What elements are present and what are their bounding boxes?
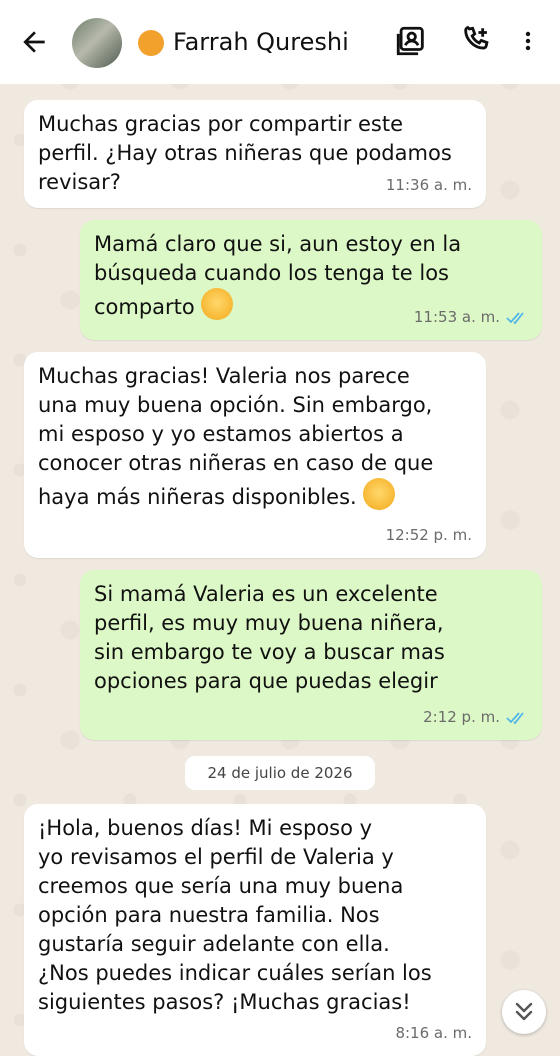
message-time: 2:12 p. m. <box>423 708 500 726</box>
message-text: ¡Hola, buenos días! Mi esposo y yo revis… <box>38 816 432 1014</box>
message-time: 12:52 p. m. <box>385 526 472 544</box>
status-emoji-icon <box>138 30 164 56</box>
message-incoming[interactable]: Muchas gracias por compartir este perfil… <box>24 100 486 208</box>
message-text: Mamá claro que si, aun estoy en la búsqu… <box>94 232 462 319</box>
contact-avatar[interactable] <box>72 18 122 68</box>
message-incoming[interactable]: ¡Hola, buenos días! Mi esposo y yo revis… <box>24 804 486 1056</box>
double-check-icon <box>506 311 524 324</box>
message-outgoing[interactable]: Si mamá Valeria es un excelente perfil, … <box>80 570 542 740</box>
smiling-face-emoji-icon <box>363 478 396 510</box>
message-time: 11:36 a. m. <box>385 176 472 194</box>
message-time: 11:53 a. m. <box>413 308 500 326</box>
message-text: Si mamá Valeria es un excelente perfil, … <box>94 582 445 693</box>
more-vert-icon[interactable] <box>516 24 540 58</box>
contact-card-icon[interactable] <box>394 24 428 58</box>
back-arrow-icon[interactable] <box>18 26 50 58</box>
scroll-to-bottom-button[interactable] <box>502 990 546 1034</box>
add-call-icon[interactable] <box>460 24 494 58</box>
hugging-face-emoji-icon <box>201 288 234 320</box>
message-outgoing[interactable]: Mamá claro que si, aun estoy en la búsqu… <box>80 220 542 340</box>
chat-header: Farrah Qureshi <box>0 0 560 84</box>
double-check-icon <box>506 711 524 724</box>
message-time: 8:16 a. m. <box>395 1024 472 1042</box>
message-list[interactable]: Muchas gracias por compartir este perfil… <box>0 84 560 1056</box>
chevron-double-down-icon <box>515 1002 533 1021</box>
date-separator: 24 de julio de 2026 <box>185 756 375 790</box>
contact-name[interactable]: Farrah Qureshi <box>173 28 349 56</box>
message-incoming[interactable]: Muchas gracias! Valeria nos parece una m… <box>24 352 486 558</box>
